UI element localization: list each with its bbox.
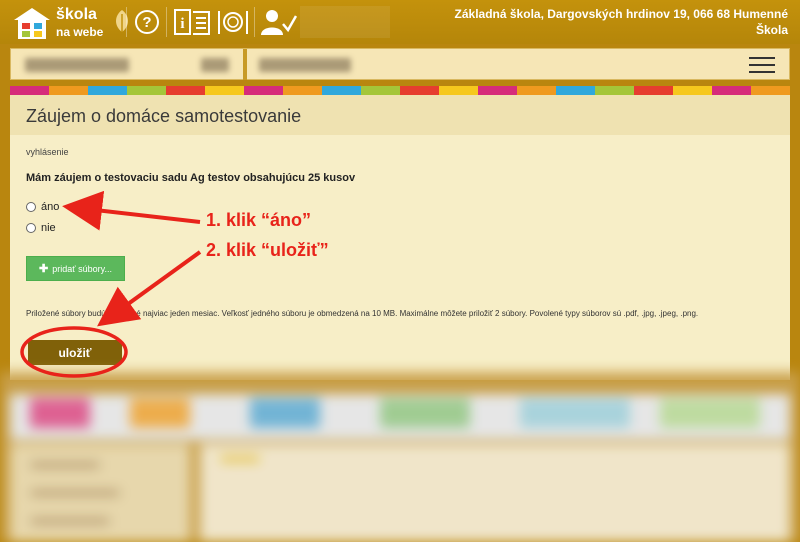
user-bar-divider [243,49,247,80]
user-bar [10,48,790,80]
stripe-segment [205,86,244,95]
save-button[interactable]: uložiť [28,340,122,365]
blurred-class [201,58,229,72]
stripe-segment [49,86,88,95]
page-title: Záujem o domáce samotestovanie [26,106,302,126]
help-icon[interactable]: ? [132,7,162,37]
stripe-segment [634,86,673,95]
school-house-icon [14,8,50,39]
annotation-step-1: 1. klik “áno” [206,210,312,230]
stripe-segment [712,86,751,95]
top-header: škola na webe ? i Základná škola, Dargov… [0,0,800,44]
color-stripe [10,86,790,95]
stripe-segment [361,86,400,95]
stripe-segment [88,86,127,95]
stripe-segment [166,86,205,95]
stripe-segment [517,86,556,95]
hamburger-icon[interactable] [749,57,775,73]
nav-divider [126,7,127,37]
option-ano-label: áno [41,201,60,213]
stripe-segment [556,86,595,95]
option-nie[interactable]: nie [26,222,56,234]
stripe-segment [673,86,712,95]
gradebook-icon[interactable]: i [172,7,212,37]
svg-text:i: i [180,16,184,32]
stripe-segment [595,86,634,95]
radio-ano[interactable] [26,202,36,212]
school-name: Základná škola, Dargovských hrdinov 19, … [455,6,788,38]
teacher-icon[interactable] [258,7,298,37]
site-logo[interactable]: škola na webe [12,4,128,40]
option-ano[interactable]: áno [26,201,59,213]
stripe-segment [10,86,49,95]
nav-divider [166,7,167,37]
logo-text-skola: škola [56,6,97,23]
radio-nie[interactable] [26,223,36,233]
blurred-student-name[interactable] [259,58,351,72]
svg-text:?: ? [142,14,151,31]
nav-placeholder [300,6,390,38]
lunch-icon[interactable] [214,7,252,37]
plus-icon: ✚ [39,263,49,275]
stripe-segment [127,86,166,95]
nav-divider [254,7,255,37]
form-subtitle: vyhlásenie [26,147,69,157]
add-files-label: pridať súbory... [52,263,112,274]
stripe-segment [478,86,517,95]
school-address: Základná škola, Dargovských hrdinov 19, … [454,7,788,21]
add-files-button[interactable]: ✚ pridať súbory... [26,256,125,281]
stripe-segment [400,86,439,95]
attachment-note: Priložené súbory budú dostupné najviac j… [26,309,699,318]
stripe-segment [244,86,283,95]
question-label: Mám záujem o testovaciu sadu Ag testov o… [26,172,356,184]
panel-header: Záujem o domáce samotestovanie [10,95,790,135]
blurred-user-name [25,58,129,72]
annotation-step-2: 2. klik “uložiť” [206,240,329,260]
leaf-icon [116,10,128,32]
stripe-segment [751,86,790,95]
form-panel: Záujem o domáce samotestovanie vyhláseni… [10,95,790,380]
stripe-segment [439,86,478,95]
stripe-segment [283,86,322,95]
option-nie-label: nie [41,222,56,234]
school-label: Škola [755,23,788,37]
stripe-segment [322,86,361,95]
blurred-background-content [0,372,800,542]
logo-text-na-webe: na webe [56,25,104,39]
